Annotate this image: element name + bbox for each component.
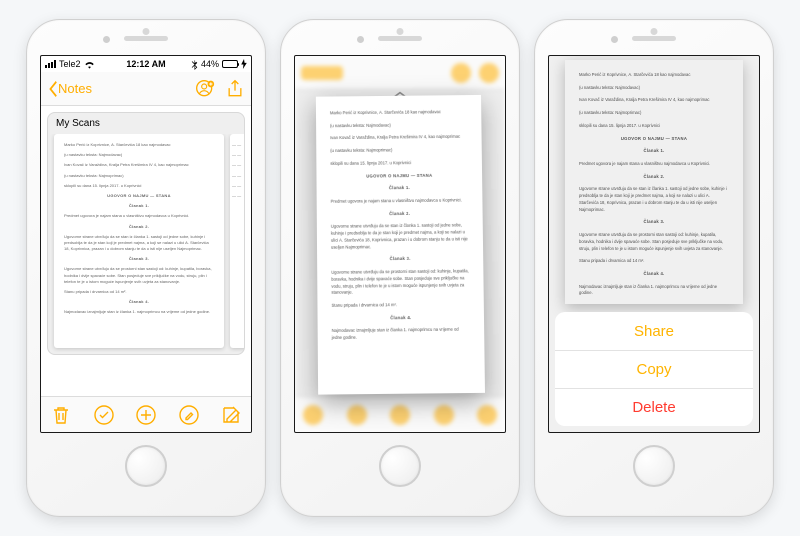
back-button[interactable]: Notes (47, 81, 92, 97)
scan-attachment-card[interactable]: My Scans Marko Perić iz Koprivnice, A. S… (47, 112, 245, 355)
delete-button[interactable]: Delete (555, 388, 753, 426)
action-sheet-group: Share Copy Delete (555, 312, 753, 426)
share-button[interactable]: Share (555, 312, 753, 350)
share-icon[interactable] (225, 79, 245, 99)
nav-bar: Notes (41, 72, 251, 106)
chevron-up-icon[interactable] (391, 86, 409, 94)
screen-3: Marko Perić iz Koprivnice, A. Starčevića… (548, 55, 760, 433)
thumbnail-row: Marko Perić iz Koprivnice, A. Starčevića… (48, 134, 244, 354)
home-button[interactable] (125, 445, 167, 487)
phone-3-action-sheet: Marko Perić iz Koprivnice, A. Starčevića… (534, 19, 774, 517)
status-bar: Tele2 12:12 AM 44% (41, 56, 251, 72)
person-add-icon[interactable] (195, 79, 215, 99)
status-time: 12:12 AM (41, 59, 251, 69)
compose-icon[interactable] (219, 403, 243, 427)
plus-circle-icon[interactable] (134, 403, 158, 427)
trash-icon[interactable] (49, 403, 73, 427)
bottom-toolbar (41, 396, 251, 432)
screen-2: Marko Perić iz Koprivnice, A. Starčevića… (294, 55, 506, 433)
home-button[interactable] (379, 445, 421, 487)
note-body[interactable]: My Scans Marko Perić iz Koprivnice, A. S… (41, 106, 251, 396)
scan-preview-overlay[interactable]: Marko Perić iz Koprivnice, A. Starčevića… (295, 56, 505, 432)
phone-2-scan-preview: Marko Perić iz Koprivnice, A. Starčevića… (280, 19, 520, 517)
check-circle-icon[interactable] (92, 403, 116, 427)
action-sheet: Share Copy Delete (555, 312, 753, 426)
back-label: Notes (58, 81, 92, 96)
battery-icon (222, 60, 238, 68)
copy-button[interactable]: Copy (555, 350, 753, 388)
home-button[interactable] (633, 445, 675, 487)
attachment-title: My Scans (48, 113, 244, 134)
pen-circle-icon[interactable] (177, 403, 201, 427)
scan-thumbnail-2[interactable]: — —— —— —— —— —— — (230, 134, 244, 348)
screen-1: Tele2 12:12 AM 44% Notes (40, 55, 252, 433)
scanned-document-page[interactable]: Marko Perić iz Koprivnice, A. Starčevića… (316, 95, 485, 395)
phone-1-notes-editor: Tele2 12:12 AM 44% Notes (26, 19, 266, 517)
chevron-left-icon (47, 81, 58, 97)
scan-thumbnail-1[interactable]: Marko Perić iz Koprivnice, A. Starčevića… (54, 134, 224, 348)
